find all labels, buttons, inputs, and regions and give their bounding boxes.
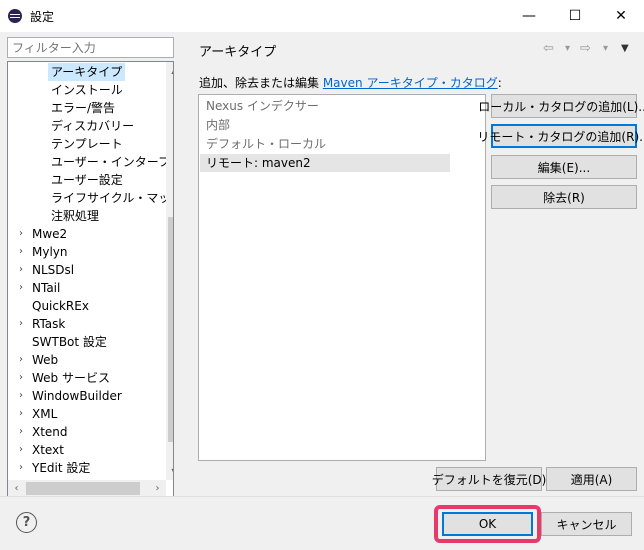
- page-title: アーキタイプ: [199, 45, 277, 60]
- chevron-right-icon[interactable]: ›: [16, 351, 26, 369]
- catalog-item-default-local[interactable]: デフォルト・ローカル: [200, 135, 450, 153]
- apply-button[interactable]: 適用(A): [546, 467, 637, 491]
- back-arrow-icon[interactable]: ⇦: [543, 41, 554, 56]
- tree-item-label: SWTBot 設定: [32, 335, 107, 349]
- tree-item[interactable]: › NLSDsl: [8, 261, 165, 279]
- forward-arrow-icon[interactable]: ⇨: [580, 41, 591, 56]
- tree-item[interactable]: › Xtend: [8, 423, 165, 441]
- tree-item-label: エラー/警告: [51, 101, 116, 115]
- catalog-item-internal[interactable]: 内部: [200, 116, 450, 134]
- forward-menu-icon[interactable]: ▾: [603, 43, 608, 54]
- chevron-right-icon[interactable]: ›: [16, 441, 26, 459]
- chevron-right-icon[interactable]: ›: [16, 405, 26, 423]
- scroll-down-arrow-icon[interactable]: ▼: [166, 463, 173, 480]
- tree-item[interactable]: › YEdit 設定: [8, 459, 165, 477]
- close-button[interactable]: ✕: [598, 0, 644, 32]
- tree-item[interactable]: SWTBot 設定: [8, 333, 165, 351]
- tree-item-label: インストール: [51, 83, 123, 97]
- tree-item-label: QuickREx: [32, 299, 89, 313]
- chevron-right-icon[interactable]: ›: [16, 261, 26, 279]
- chevron-right-icon[interactable]: ›: [16, 225, 26, 243]
- tree-item[interactable]: ディスカバリー: [48, 117, 137, 135]
- filter-input[interactable]: [7, 37, 174, 58]
- description-colon: :: [497, 76, 502, 90]
- tree-item-label: Xtext: [32, 443, 64, 457]
- tree-item-label: テンプレート: [51, 137, 123, 151]
- back-menu-icon[interactable]: ▾: [565, 43, 570, 54]
- preferences-tree[interactable]: アーキタイプ インストール エラー/警告ディスカバリー テンプレートユーザー・インター…: [7, 61, 174, 497]
- tree-item-label: XML: [32, 407, 58, 421]
- tree-item[interactable]: QuickREx: [8, 297, 165, 315]
- tree-item[interactable]: アーキタイプ: [48, 63, 126, 81]
- chevron-right-icon[interactable]: ›: [16, 279, 26, 297]
- tree-item-label: ユーザー・インターフェース: [51, 155, 173, 169]
- add-remote-catalog-button[interactable]: リモート・カタログの追加(R)...: [477, 124, 644, 148]
- tree-item[interactable]: › Xtext: [8, 441, 165, 459]
- tree-item[interactable]: › XML: [8, 405, 165, 423]
- chevron-right-icon[interactable]: ›: [16, 369, 26, 387]
- bottom-divider: [0, 496, 644, 497]
- chevron-right-icon[interactable]: ›: [16, 315, 26, 333]
- tree-item[interactable]: テンプレート: [48, 135, 126, 153]
- cancel-button[interactable]: キャンセル: [541, 512, 632, 536]
- tree-item-label: NLSDsl: [32, 263, 75, 277]
- catalog-item-nexus[interactable]: Nexus インデクサー: [200, 97, 450, 115]
- ok-button[interactable]: OK: [442, 512, 533, 536]
- tree-item[interactable]: ライフサイクル・マッピング: [48, 189, 173, 207]
- chevron-right-icon[interactable]: ›: [16, 243, 26, 261]
- tree-item[interactable]: › Web サービス: [8, 369, 165, 387]
- window-title: 設定: [30, 10, 55, 24]
- tree-item-label: アーキタイプ: [51, 65, 123, 79]
- scroll-left-arrow-icon[interactable]: ‹: [8, 480, 25, 496]
- tree-item-label: ディスカバリー: [51, 119, 135, 133]
- tree-item-label: Web: [32, 353, 59, 367]
- tree-horizontal-scroll-thumb[interactable]: [26, 482, 140, 495]
- scroll-right-arrow-icon[interactable]: ›: [149, 480, 166, 496]
- remove-button[interactable]: 除去(R): [491, 185, 637, 209]
- tree-item-label: YEdit 設定: [32, 461, 91, 475]
- tree-item-label: Mylyn: [32, 245, 68, 259]
- description-text: 追加、除去または編集: [199, 76, 323, 90]
- chevron-right-icon[interactable]: ›: [16, 459, 26, 477]
- tree-vertical-scroll-thumb[interactable]: [168, 217, 173, 442]
- tree-item[interactable]: エラー/警告: [48, 99, 118, 117]
- restore-defaults-button[interactable]: デフォルトを復元(D): [432, 467, 546, 491]
- maximize-button[interactable]: ☐: [552, 0, 598, 32]
- page-description: 追加、除去または編集 Maven アーキタイプ・カタログ:: [199, 74, 502, 91]
- tree-item-label: Mwe2: [32, 227, 68, 241]
- view-menu-icon[interactable]: ▼: [621, 43, 629, 54]
- tree-item-label: ユーザー設定: [51, 173, 123, 187]
- catalog-item-remote-maven2[interactable]: リモート: maven2: [200, 154, 450, 172]
- tree-item-label: ライフサイクル・マッピング: [51, 191, 173, 205]
- scroll-up-arrow-icon[interactable]: ▲: [166, 62, 173, 79]
- tree-item[interactable]: › NTail: [8, 279, 165, 297]
- tree-item[interactable]: 注釈処理: [48, 207, 102, 225]
- tree-item[interactable]: ユーザー設定: [48, 171, 126, 189]
- tree-item[interactable]: › WindowBuilder: [8, 387, 165, 405]
- tree-item-label: Xtend: [32, 425, 68, 439]
- archetype-catalog-link[interactable]: Maven アーキタイプ・カタログ: [323, 76, 498, 90]
- edit-button[interactable]: 編集(E)...: [491, 155, 637, 179]
- catalog-list[interactable]: Nexus インデクサー 内部 デフォルト・ローカル リモート: maven2: [198, 94, 486, 461]
- tree-item-label: Web サービス: [32, 371, 110, 385]
- add-local-catalog-button[interactable]: ローカル・カタログの追加(L)...: [478, 94, 644, 118]
- tree-item[interactable]: › Web: [8, 351, 165, 369]
- chevron-right-icon[interactable]: ›: [16, 423, 26, 441]
- tree-item[interactable]: › RTask: [8, 315, 165, 333]
- tree-item-label: RTask: [32, 317, 66, 331]
- tree-item[interactable]: › Mylyn: [8, 243, 165, 261]
- chevron-right-icon[interactable]: ›: [16, 387, 26, 405]
- eclipse-app-icon: [8, 9, 22, 23]
- tree-item[interactable]: ユーザー・インターフェース: [48, 153, 173, 171]
- minimize-button[interactable]: —: [506, 0, 552, 32]
- tree-item-label: NTail: [32, 281, 61, 295]
- tree-item-label: 注釈処理: [51, 209, 100, 223]
- tree-item[interactable]: インストール: [48, 81, 126, 99]
- tree-item[interactable]: › Mwe2: [8, 225, 165, 243]
- tree-item-label: WindowBuilder: [32, 389, 122, 403]
- help-icon[interactable]: ?: [16, 512, 37, 533]
